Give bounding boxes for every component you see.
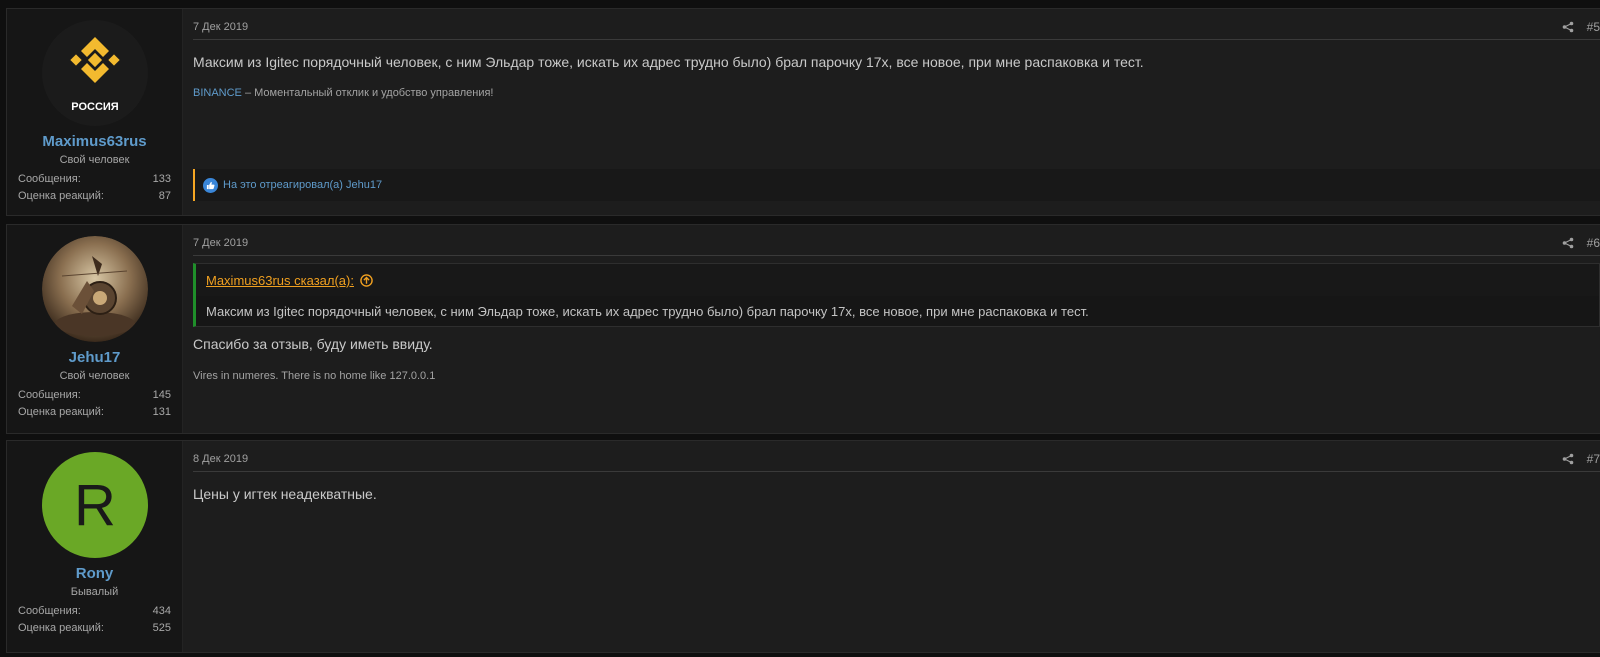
stat-label: Оценка реакций: <box>18 190 104 202</box>
signature-text: – Моментальный отклик и удобство управле… <box>241 87 494 99</box>
post-7: R Rony Бывалый Сообщения: 434 Оценка реа… <box>6 440 1600 653</box>
quote-author-link[interactable]: Maximus63rus сказал(а): <box>206 273 373 288</box>
post-number[interactable]: #6 <box>1587 236 1600 250</box>
post-5: РОССИЯ Maximus63rus Свой человек Сообщен… <box>6 8 1600 216</box>
stat-label: Оценка реакций: <box>18 622 104 634</box>
avatar[interactable] <box>42 236 148 342</box>
username[interactable]: Jehu17 <box>7 349 182 366</box>
stat-messages: Сообщения: 434 <box>18 605 171 617</box>
quote-arrow-up-icon[interactable] <box>360 274 373 287</box>
divider <box>193 255 1600 256</box>
post-date[interactable]: 7 Дек 2019 <box>193 237 248 249</box>
post-date[interactable]: 8 Дек 2019 <box>193 453 248 465</box>
avatar[interactable]: R <box>42 452 148 558</box>
stat-value: 133 <box>152 173 171 185</box>
quote-text: Максим из Igitec порядочный человек, с н… <box>196 296 1599 326</box>
post-number[interactable]: #7 <box>1587 452 1600 466</box>
user-panel: R Rony Бывалый Сообщения: 434 Оценка реа… <box>7 441 183 652</box>
divider <box>193 39 1600 40</box>
steampunk-avatar-image <box>42 236 148 342</box>
quote-block: Maximus63rus сказал(а): Максим из Igitec… <box>193 263 1600 327</box>
username[interactable]: Maximus63rus <box>7 133 182 150</box>
stat-label: Сообщения: <box>18 605 81 617</box>
stat-reactions: Оценка реакций: 525 <box>18 622 171 634</box>
like-icon <box>203 177 218 193</box>
stat-value: 131 <box>152 406 171 418</box>
share-icon[interactable] <box>1562 21 1574 33</box>
share-icon[interactable] <box>1562 237 1574 249</box>
user-title: Свой человек <box>59 154 130 166</box>
post-body: 7 Дек 2019 #5 Максим из Igitec порядочны… <box>183 9 1600 215</box>
share-icon[interactable] <box>1562 453 1574 465</box>
user-title: Свой человек <box>59 370 130 382</box>
stat-label: Сообщения: <box>18 173 81 185</box>
username[interactable]: Rony <box>7 565 182 582</box>
reactions-text[interactable]: На это отреагировал(а) Jehu17 <box>223 179 382 191</box>
stat-label: Оценка реакций: <box>18 406 104 418</box>
stat-messages: Сообщения: 145 <box>18 389 171 401</box>
quote-author[interactable]: Maximus63rus сказал(а): <box>206 273 354 288</box>
avatar-letter: R <box>74 472 116 538</box>
stat-label: Сообщения: <box>18 389 81 401</box>
user-panel: Jehu17 Свой человек Сообщения: 145 Оценк… <box>7 225 183 433</box>
post-body: 7 Дек 2019 #6 Maximus63rus сказал(а): Ма… <box>183 225 1600 433</box>
post-number[interactable]: #5 <box>1587 20 1600 34</box>
post-message: Спасибо за отзыв, буду иметь ввиду. <box>193 336 433 352</box>
post-6: Jehu17 Свой человек Сообщения: 145 Оценк… <box>6 224 1600 434</box>
signature: BINANCE – Моментальный отклик и удобство… <box>193 87 493 99</box>
divider <box>193 471 1600 472</box>
signature: Vires in numeres. There is no home like … <box>193 370 436 382</box>
user-title: Бывалый <box>70 586 119 598</box>
user-panel: РОССИЯ Maximus63rus Свой человек Сообщен… <box>7 9 183 215</box>
stat-reactions: Оценка реакций: 131 <box>18 406 171 418</box>
stat-value: 87 <box>158 190 171 202</box>
signature-link[interactable]: BINANCE <box>193 87 242 99</box>
avatar[interactable]: РОССИЯ <box>42 20 148 126</box>
stat-messages: Сообщения: 133 <box>18 173 171 185</box>
stat-value: 434 <box>152 605 171 617</box>
post-message: Максим из Igitec порядочный человек, с н… <box>193 54 1144 70</box>
stat-value: 525 <box>152 622 171 634</box>
stat-reactions: Оценка реакций: 87 <box>18 190 171 202</box>
reactions-bar: На это отреагировал(а) Jehu17 <box>193 169 1600 201</box>
post-body: 8 Дек 2019 #7 Цены у игтек неадекватные. <box>183 441 1600 652</box>
stat-value: 145 <box>152 389 171 401</box>
binance-logo: РОССИЯ <box>42 20 148 126</box>
avatar-caption: РОССИЯ <box>71 101 119 113</box>
post-message: Цены у игтек неадекватные. <box>193 486 377 502</box>
post-date[interactable]: 7 Дек 2019 <box>193 21 248 33</box>
